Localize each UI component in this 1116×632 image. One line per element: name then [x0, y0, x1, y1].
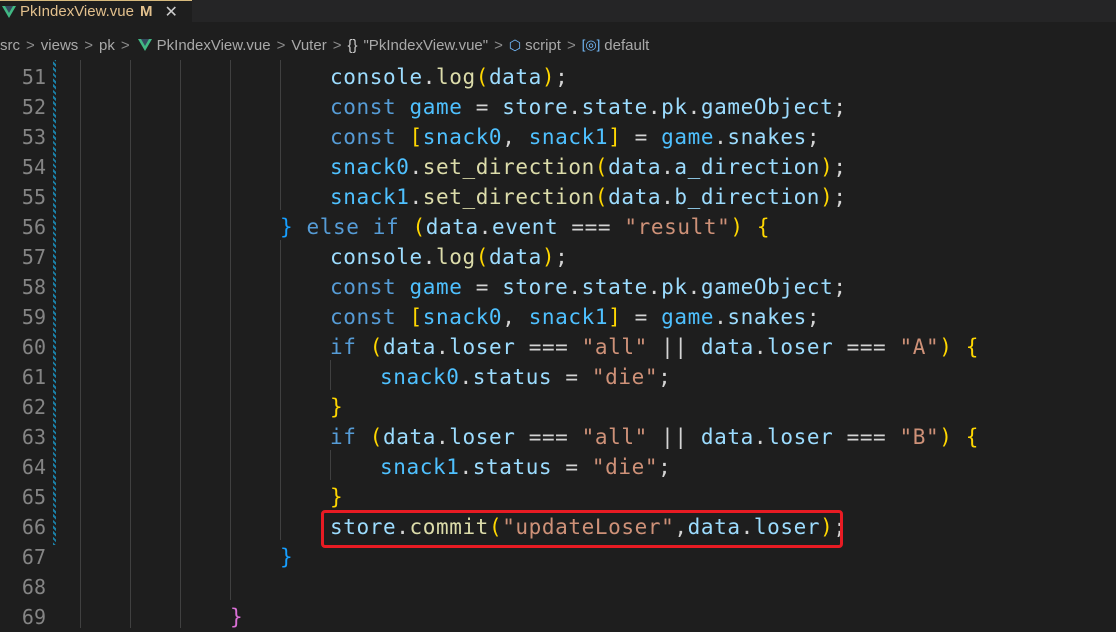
code-text: const [snack0, snack1] = game.snakes; [330, 125, 821, 149]
code-line-51: 51 console.log(data); [0, 62, 1116, 92]
variable-icon: [◎] [581, 37, 601, 52]
breadcrumb-src[interactable]: src [0, 37, 20, 54]
chevron-right-icon: > [494, 36, 503, 54]
breadcrumb-pk[interactable]: pk [99, 37, 115, 54]
code-text: const game = store.state.pk.gameObject; [330, 95, 847, 119]
tab-pkindexview[interactable]: PkIndexView.vue M ✕ [0, 0, 192, 22]
line-number: 64 [21, 455, 46, 479]
code-text: console.log(data); [330, 65, 569, 89]
vue-icon [137, 39, 152, 51]
code-line-58: 58 const game = store.state.pk.gameObjec… [0, 272, 1116, 302]
line-number: 51 [21, 65, 46, 89]
cube-icon: ⬡ [508, 36, 522, 53]
code-line-54: 54 snack0.set_direction(data.a_direction… [0, 152, 1116, 182]
code-text: snack0.set_direction(data.a_direction); [330, 155, 847, 179]
code-text: console.log(data); [330, 245, 569, 269]
code-text: if (data.loser === "all" || data.loser =… [330, 425, 980, 449]
code-line-65: 65 } [0, 482, 1116, 512]
line-number: 55 [21, 185, 46, 209]
line-number: 52 [21, 95, 46, 119]
code-line-60: 60 if (data.loser === "all" || data.lose… [0, 332, 1116, 362]
breadcrumb-vuter[interactable]: Vuter [291, 37, 326, 54]
line-number: 62 [21, 395, 46, 419]
chevron-right-icon: > [566, 36, 576, 54]
code-editor[interactable]: 51 console.log(data); 52 const game = st… [0, 60, 1116, 629]
breadcrumb: src > views > pk > PkIndexView.vue > Vut… [0, 33, 1116, 57]
code-line-63: 63 if (data.loser === "all" || data.lose… [0, 422, 1116, 452]
chevron-right-icon: > [332, 36, 342, 54]
code-line-56: 56 } else if (data.event === "result") { [0, 212, 1116, 242]
line-number: 54 [21, 155, 46, 179]
chevron-right-icon: > [26, 36, 35, 54]
code-text: } [330, 485, 344, 509]
code-text: } else if (data.event === "result") { [280, 215, 771, 239]
code-text: if (data.loser === "all" || data.loser =… [330, 335, 980, 359]
chevron-right-icon: > [276, 36, 286, 54]
code-text: snack1.set_direction(data.b_direction); [330, 185, 847, 209]
code-line-57: 57 console.log(data); [0, 242, 1116, 272]
line-number: 53 [21, 125, 46, 149]
chevron-right-icon: > [84, 36, 94, 54]
code-line-53: 53 const [snack0, snack1] = game.snakes; [0, 122, 1116, 152]
line-number: 63 [21, 425, 46, 449]
code-line-55: 55 snack1.set_direction(data.b_direction… [0, 182, 1116, 212]
code-text: const game = store.state.pk.gameObject; [330, 275, 847, 299]
code-text: } [280, 545, 294, 569]
line-number: 60 [21, 335, 46, 359]
code-text: snack0.status = "die"; [380, 365, 672, 389]
code-line-64: 64 snack1.status = "die"; [0, 452, 1116, 482]
code-text: snack1.status = "die"; [380, 455, 672, 479]
line-number: 57 [21, 245, 46, 269]
line-number: 68 [21, 575, 46, 599]
breadcrumb-script[interactable]: script [525, 37, 561, 54]
modified-indicator: M [139, 3, 153, 20]
code-text: } [330, 395, 344, 419]
breadcrumb-module[interactable]: "PkIndexView.vue" [363, 37, 488, 54]
close-icon[interactable]: ✕ [164, 2, 177, 22]
chevron-right-icon: > [120, 36, 130, 54]
code-line-68: 68 [0, 572, 1116, 602]
tab-bar: PkIndexView.vue M ✕ [0, 0, 1116, 22]
highlight-box [321, 510, 843, 548]
code-line-59: 59 const [snack0, snack1] = game.snakes; [0, 302, 1116, 332]
braces-icon: {} [347, 36, 358, 54]
vue-icon [2, 5, 16, 18]
line-number: 67 [21, 545, 46, 569]
code-text: const [snack0, snack1] = game.snakes; [330, 305, 821, 329]
line-number: 66 [21, 515, 46, 539]
line-number: 59 [21, 305, 46, 329]
breadcrumb-default[interactable]: default [604, 37, 649, 54]
line-number: 58 [21, 275, 46, 299]
breadcrumb-file[interactable]: PkIndexView.vue [157, 37, 271, 54]
code-line-61: 61 snack0.status = "die"; [0, 362, 1116, 392]
line-number: 56 [21, 215, 46, 239]
code-line-52: 52 const game = store.state.pk.gameObjec… [0, 92, 1116, 122]
breadcrumb-views[interactable]: views [41, 37, 79, 54]
line-number: 65 [21, 485, 46, 509]
tab-label: PkIndexView.vue [20, 3, 134, 20]
code-line-62: 62 } [0, 392, 1116, 422]
line-number: 61 [21, 365, 46, 389]
